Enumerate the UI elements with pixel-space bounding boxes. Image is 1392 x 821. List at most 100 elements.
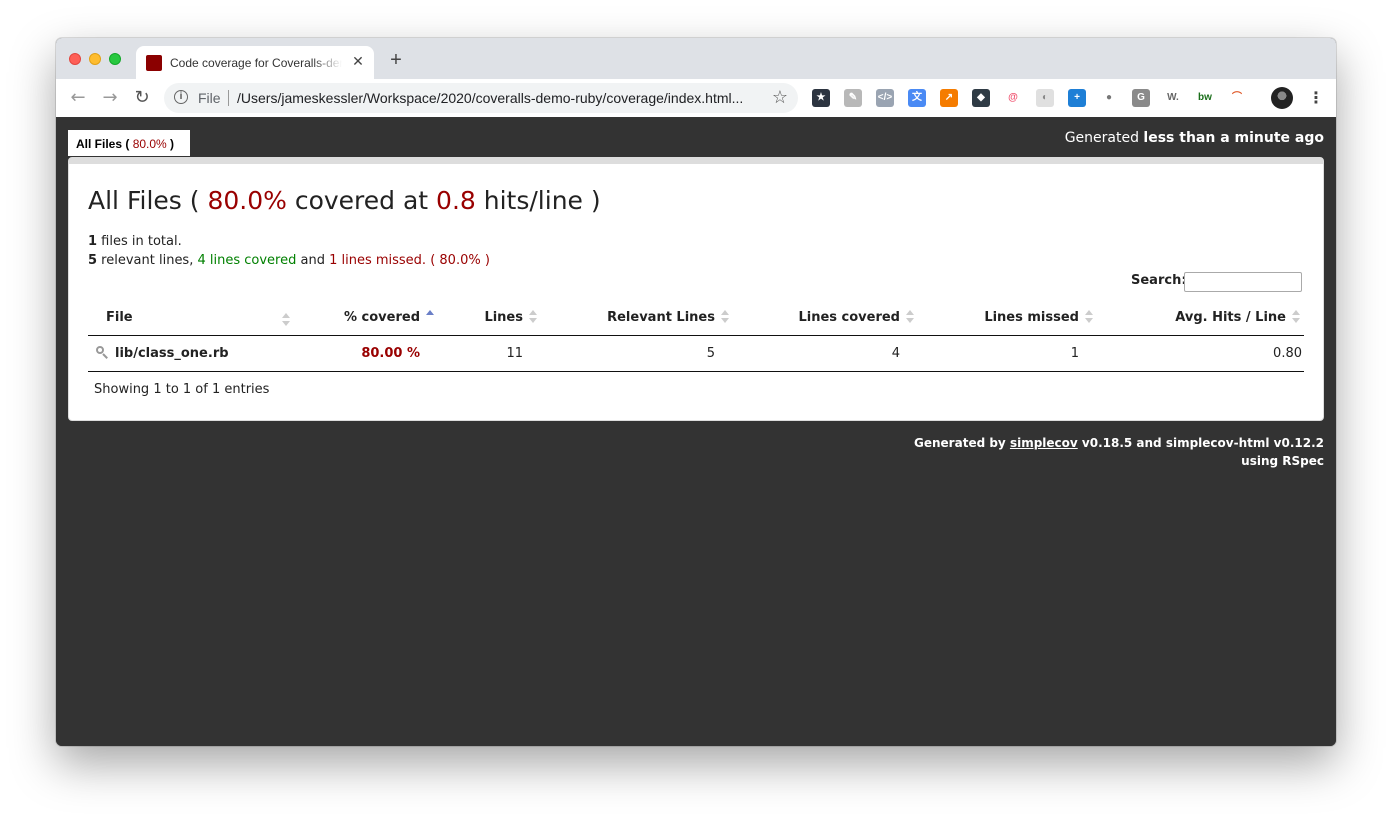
tab-close-icon[interactable]: ✕ <box>350 54 366 70</box>
circle-extension-icon[interactable]: ● <box>1100 89 1118 107</box>
plus-extension-icon[interactable]: + <box>1068 89 1086 107</box>
header-label: % covered <box>343 309 420 325</box>
translate-extension-icon[interactable]: 文 <box>908 89 926 107</box>
header-label: Lines <box>484 309 523 325</box>
lines-cell: 11 <box>438 335 541 372</box>
code-extension-icon[interactable]: </> <box>876 89 894 107</box>
file-cell[interactable]: lib/class_one.rb <box>88 335 294 372</box>
browser-menu-icon[interactable]: ⋮ <box>1308 88 1324 108</box>
zoom-window-button[interactable] <box>109 53 121 65</box>
table-row[interactable]: lib/class_one.rb 80.00 % 11 5 4 1 0.80 <box>88 335 1304 372</box>
files-text: files in total. <box>97 234 182 249</box>
tab-all-files[interactable]: All Files ( 80.0% ) <box>68 130 190 156</box>
sort-arrows-icon <box>1085 309 1093 324</box>
lines-summary-line: 5 relevant lines, 4 lines covered and 1 … <box>88 251 490 270</box>
new-tab-button[interactable]: + <box>386 50 406 70</box>
url-text[interactable]: /Users/jameskessler/Workspace/2020/cover… <box>237 90 757 106</box>
footer: Generated by simplecov v0.18.5 and simpl… <box>914 434 1324 470</box>
g-extension-icon[interactable]: G <box>1132 89 1150 107</box>
shield-extension-icon[interactable]: ◆ <box>972 89 990 107</box>
favicon-icon <box>146 55 162 71</box>
bookmark-star-extension-icon[interactable]: ★ <box>812 89 830 107</box>
close-window-button[interactable] <box>69 53 81 65</box>
table-info: Showing 1 to 1 of 1 entries <box>94 382 270 397</box>
w-extension-icon[interactable]: W. <box>1164 89 1182 107</box>
url-separator <box>228 90 229 106</box>
sort-arrows-icon <box>282 313 290 327</box>
footer-line-2: using RSpec <box>1241 454 1324 468</box>
bookmark-star-icon[interactable]: ☆ <box>772 88 788 108</box>
tab-label-prefix: All Files ( <box>76 137 133 151</box>
relevant-lines-cell: 5 <box>541 335 733 372</box>
sort-arrows-icon <box>721 309 729 324</box>
sort-arrows-icon <box>1292 309 1300 324</box>
files-table: File % covered Lines Relevant Lines Line… <box>88 299 1304 372</box>
generated-time: less than a minute ago <box>1143 130 1324 146</box>
column-header-covered[interactable]: % covered <box>294 299 438 336</box>
profile-avatar[interactable] <box>1271 87 1293 109</box>
title-hits: 0.8 <box>436 186 476 215</box>
tab-percent: 80.0% <box>132 137 167 151</box>
column-header-lines[interactable]: Lines <box>438 299 541 336</box>
footer-suffix: v0.18.5 and simplecov-html v0.12.2 <box>1077 436 1324 450</box>
puzzle-extension-icon[interactable]: ✎ <box>844 89 862 107</box>
header-label: Relevant Lines <box>607 309 715 325</box>
browser-tab[interactable]: Code coverage for Coveralls-demo-ruby ✕ <box>136 46 374 79</box>
spiral-extension-icon[interactable]: @ <box>1004 89 1022 107</box>
sort-arrows-icon <box>906 309 914 324</box>
header-label: File <box>106 309 133 325</box>
search-label: Search: <box>1131 273 1187 288</box>
column-header-relevant[interactable]: Relevant Lines <box>541 299 733 336</box>
title-suffix: hits/line ) <box>475 186 601 215</box>
title-percent: 80.0% <box>207 186 287 215</box>
summary-percent: ( 80.0% ) <box>426 253 490 268</box>
title-bar: Code coverage for Coveralls-demo-ruby ✕ … <box>56 38 1336 79</box>
title-prefix: All Files ( <box>88 186 208 215</box>
files-count: 1 <box>88 234 98 249</box>
relevant-text: relevant lines, <box>97 253 198 268</box>
coverage-summary: 1 files in total. 5 relevant lines, 4 li… <box>88 232 490 270</box>
coverage-panel: All Files ( 80.0% covered at 0.8 hits/li… <box>68 157 1324 421</box>
column-header-lines-missed[interactable]: Lines missed <box>918 299 1097 336</box>
missed-text: 1 lines missed. <box>329 253 427 268</box>
generated-prefix: Generated <box>1064 130 1144 146</box>
info-icon[interactable]: i <box>174 90 188 104</box>
generated-timestamp: Generated less than a minute ago <box>1065 129 1324 147</box>
page-title: All Files ( 80.0% covered at 0.8 hits/li… <box>88 185 601 217</box>
browser-toolbar: ← → ↻ i File /Users/jameskessler/Workspa… <box>56 79 1336 118</box>
sort-arrows-icon <box>529 309 537 324</box>
tab-label-suffix: ) <box>166 137 175 151</box>
back-arrow-icon[interactable]: ← <box>68 88 88 108</box>
table-header-row: File % covered Lines Relevant Lines Line… <box>88 299 1304 336</box>
lines-covered-cell: 4 <box>733 335 918 372</box>
header-label: Lines covered <box>798 309 900 325</box>
tab-title: Code coverage for Coveralls-demo-ruby <box>170 55 342 71</box>
analytics-extension-icon[interactable]: ↗ <box>940 89 958 107</box>
rainbow-extension-icon[interactable]: ⌒ <box>1228 89 1246 107</box>
search-input[interactable] <box>1184 272 1302 292</box>
files-total-line: 1 files in total. <box>88 232 490 251</box>
lines-missed-cell: 1 <box>918 335 1097 372</box>
reload-icon[interactable]: ↻ <box>132 88 152 108</box>
header-label: Lines missed <box>984 309 1079 325</box>
covered-text: 4 lines covered <box>197 253 297 268</box>
file-link[interactable]: lib/class_one.rb <box>115 346 229 361</box>
footer-line-1: Generated by simplecov v0.18.5 and simpl… <box>914 434 1324 452</box>
disc-extension-icon[interactable]: ◐ <box>1036 89 1054 107</box>
url-scheme-label: File <box>198 90 221 106</box>
minimize-window-button[interactable] <box>89 53 101 65</box>
forward-arrow-icon[interactable]: → <box>100 88 120 108</box>
footer-prefix: Generated by <box>914 436 1010 450</box>
address-bar[interactable]: i File /Users/jameskessler/Workspace/202… <box>164 83 798 113</box>
sort-ascending-icon <box>426 309 434 324</box>
column-header-lines-covered[interactable]: Lines covered <box>733 299 918 336</box>
column-header-avg-hits[interactable]: Avg. Hits / Line <box>1097 299 1304 336</box>
bw-extension-icon[interactable]: bw <box>1196 89 1214 107</box>
header-label: Avg. Hits / Line <box>1175 309 1286 325</box>
relevant-count: 5 <box>88 253 98 268</box>
covered-percent-cell: 80.00 % <box>294 335 438 372</box>
magnifier-icon <box>96 346 109 359</box>
column-header-file[interactable]: File <box>88 299 294 336</box>
avg-hits-cell: 0.80 <box>1097 335 1304 372</box>
simplecov-link[interactable]: simplecov <box>1010 436 1078 450</box>
